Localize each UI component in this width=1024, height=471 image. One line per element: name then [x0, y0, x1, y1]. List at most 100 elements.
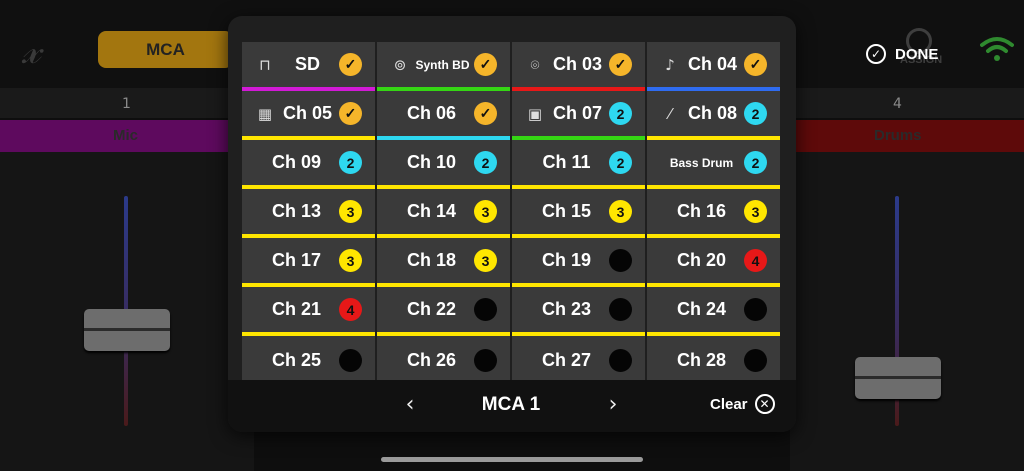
channel-cell[interactable]: Ch 24	[647, 287, 780, 336]
channel-label: Ch 16	[676, 201, 727, 221]
channel-cell[interactable]: Ch 17 3	[242, 238, 375, 287]
checkmark-circle-icon: ✓	[866, 44, 886, 64]
mca-badge	[474, 349, 497, 372]
channel-label: Ch 19	[541, 250, 592, 270]
mca-badge: 3	[744, 200, 767, 223]
clear-label: Clear	[710, 395, 748, 413]
keyboard-icon: ▦	[257, 104, 273, 123]
fader-handle[interactable]	[855, 357, 941, 399]
app-logo-icon: 𝓍	[22, 27, 41, 73]
channel-label: Ch 18	[406, 250, 457, 270]
kick-drum-icon: ⊚	[393, 55, 407, 74]
channel-cell[interactable]: ⊚ Synth BD ✓	[377, 42, 510, 91]
mca-badge: 3	[474, 249, 497, 272]
channel-grid: ⊓ SD ✓ ⊚ Synth BD ✓ ⌾ Ch 03 ✓ ♪ Ch 04 ✓ ▦ Ch 05 ✓ Ch 06…	[242, 42, 782, 385]
close-circle-icon: ✕	[754, 394, 775, 414]
check-badge-icon: ✓	[339, 53, 362, 76]
channel-label: Ch 17	[271, 250, 322, 270]
channel-cell[interactable]: Ch 13 3	[242, 189, 375, 238]
channel-cell[interactable]: ♪ Ch 04 ✓	[647, 42, 780, 91]
mca-badge	[609, 249, 632, 272]
channel-cell[interactable]: Ch 20 4	[647, 238, 780, 287]
mca-tab-button[interactable]: MCA	[98, 31, 233, 68]
guitar-icon: ♪	[665, 55, 675, 74]
channel-label: Ch 24	[676, 299, 727, 319]
mca-badge: 4	[339, 298, 362, 321]
channel-label: Ch 08	[687, 103, 738, 123]
channel-label: Ch 26	[406, 350, 457, 370]
chevron-left-icon[interactable]: ‹	[400, 392, 420, 417]
electric-guitar-icon: ⁄	[668, 104, 672, 123]
channel-cell[interactable]: Ch 28	[647, 336, 780, 385]
check-badge-icon: ✓	[744, 53, 767, 76]
channel-cell[interactable]: Ch 26	[377, 336, 510, 385]
channel-cell[interactable]: ⊓ SD ✓	[242, 42, 375, 91]
mca-badge: 3	[339, 249, 362, 272]
strip-name: Drums	[874, 127, 922, 144]
channel-label: Ch 27	[541, 350, 592, 370]
mca-badge: 4	[744, 249, 767, 272]
channel-label: Ch 20	[676, 250, 727, 270]
mca-assign-dialog: ⊓ SD ✓ ⊚ Synth BD ✓ ⌾ Ch 03 ✓ ♪ Ch 04 ✓ ▦ Ch 05 ✓ Ch 06…	[228, 16, 796, 432]
mca-badge: 2	[609, 102, 632, 125]
mca-badge	[609, 298, 632, 321]
channel-label: Ch 06	[406, 103, 457, 123]
channel-cell[interactable]: Ch 23	[512, 287, 645, 336]
channel-cell[interactable]: ▦ Ch 05 ✓	[242, 91, 375, 140]
channel-label: Ch 22	[406, 299, 457, 319]
channel-cell[interactable]: ⁄ Ch 08 2	[647, 91, 780, 140]
channel-label: Ch 14	[406, 201, 457, 221]
fader-handle[interactable]	[84, 309, 170, 351]
channel-cell[interactable]: Ch 14 3	[377, 189, 510, 238]
strip-number: 1	[122, 96, 131, 112]
snare-icon: ⊓	[259, 55, 271, 74]
mca-badge: 3	[609, 200, 632, 223]
mca-badge: 2	[474, 151, 497, 174]
channel-label: Ch 23	[541, 299, 592, 319]
channel-cell[interactable]: Ch 21 4	[242, 287, 375, 336]
wifi-icon	[980, 37, 1014, 61]
done-button[interactable]: ✓ DONE	[866, 42, 938, 66]
channel-label: Ch 28	[676, 350, 727, 370]
channel-cell[interactable]: Ch 18 3	[377, 238, 510, 287]
chevron-right-icon[interactable]: ›	[603, 392, 623, 417]
dialog-footer: ‹ MCA 1 › Clear ✕	[228, 380, 796, 432]
channel-cell[interactable]: Ch 25	[242, 336, 375, 385]
strip-number: 4	[893, 96, 902, 112]
mca-badge: 2	[744, 102, 767, 125]
channel-cell[interactable]: Ch 22	[377, 287, 510, 336]
channel-cell[interactable]: Bass Drum 2	[647, 140, 780, 189]
channel-label: Ch 15	[541, 201, 592, 221]
channel-cell[interactable]: Ch 15 3	[512, 189, 645, 238]
channel-cell[interactable]: Ch 11 2	[512, 140, 645, 189]
channel-label: Ch 25	[271, 350, 322, 370]
mca-badge: 3	[339, 200, 362, 223]
check-badge-icon: ✓	[339, 102, 362, 125]
channel-cell[interactable]: ▣ Ch 07 2	[512, 91, 645, 140]
channel-cell[interactable]: Ch 09 2	[242, 140, 375, 189]
channel-cell[interactable]: Ch 06 ✓	[377, 91, 510, 140]
channel-cell[interactable]: Ch 10 2	[377, 140, 510, 189]
channel-label: Synth BD	[415, 57, 470, 72]
channel-label: Ch 07	[552, 103, 603, 123]
mca-badge: 2	[609, 151, 632, 174]
channel-cell[interactable]: ⌾ Ch 03 ✓	[512, 42, 645, 91]
clear-button[interactable]: Clear ✕	[710, 394, 775, 414]
amp-icon: ▣	[527, 104, 543, 123]
channel-label: Ch 05	[282, 103, 333, 123]
channel-label: Bass Drum	[669, 155, 734, 170]
mca-badge: 2	[339, 151, 362, 174]
mca-badge	[744, 349, 767, 372]
channel-label: Ch 03	[552, 54, 603, 74]
home-indicator	[381, 457, 643, 462]
check-badge-icon: ✓	[609, 53, 632, 76]
channel-cell[interactable]: Ch 16 3	[647, 189, 780, 238]
channel-label: Ch 10	[406, 152, 457, 172]
channel-label: Ch 09	[271, 152, 322, 172]
done-label: DONE	[895, 45, 939, 63]
strip-name: Mic	[113, 127, 139, 144]
channel-cell[interactable]: Ch 27	[512, 336, 645, 385]
channel-label: Ch 21	[271, 299, 322, 319]
channel-cell[interactable]: Ch 19	[512, 238, 645, 287]
channel-label: SD	[294, 54, 320, 74]
